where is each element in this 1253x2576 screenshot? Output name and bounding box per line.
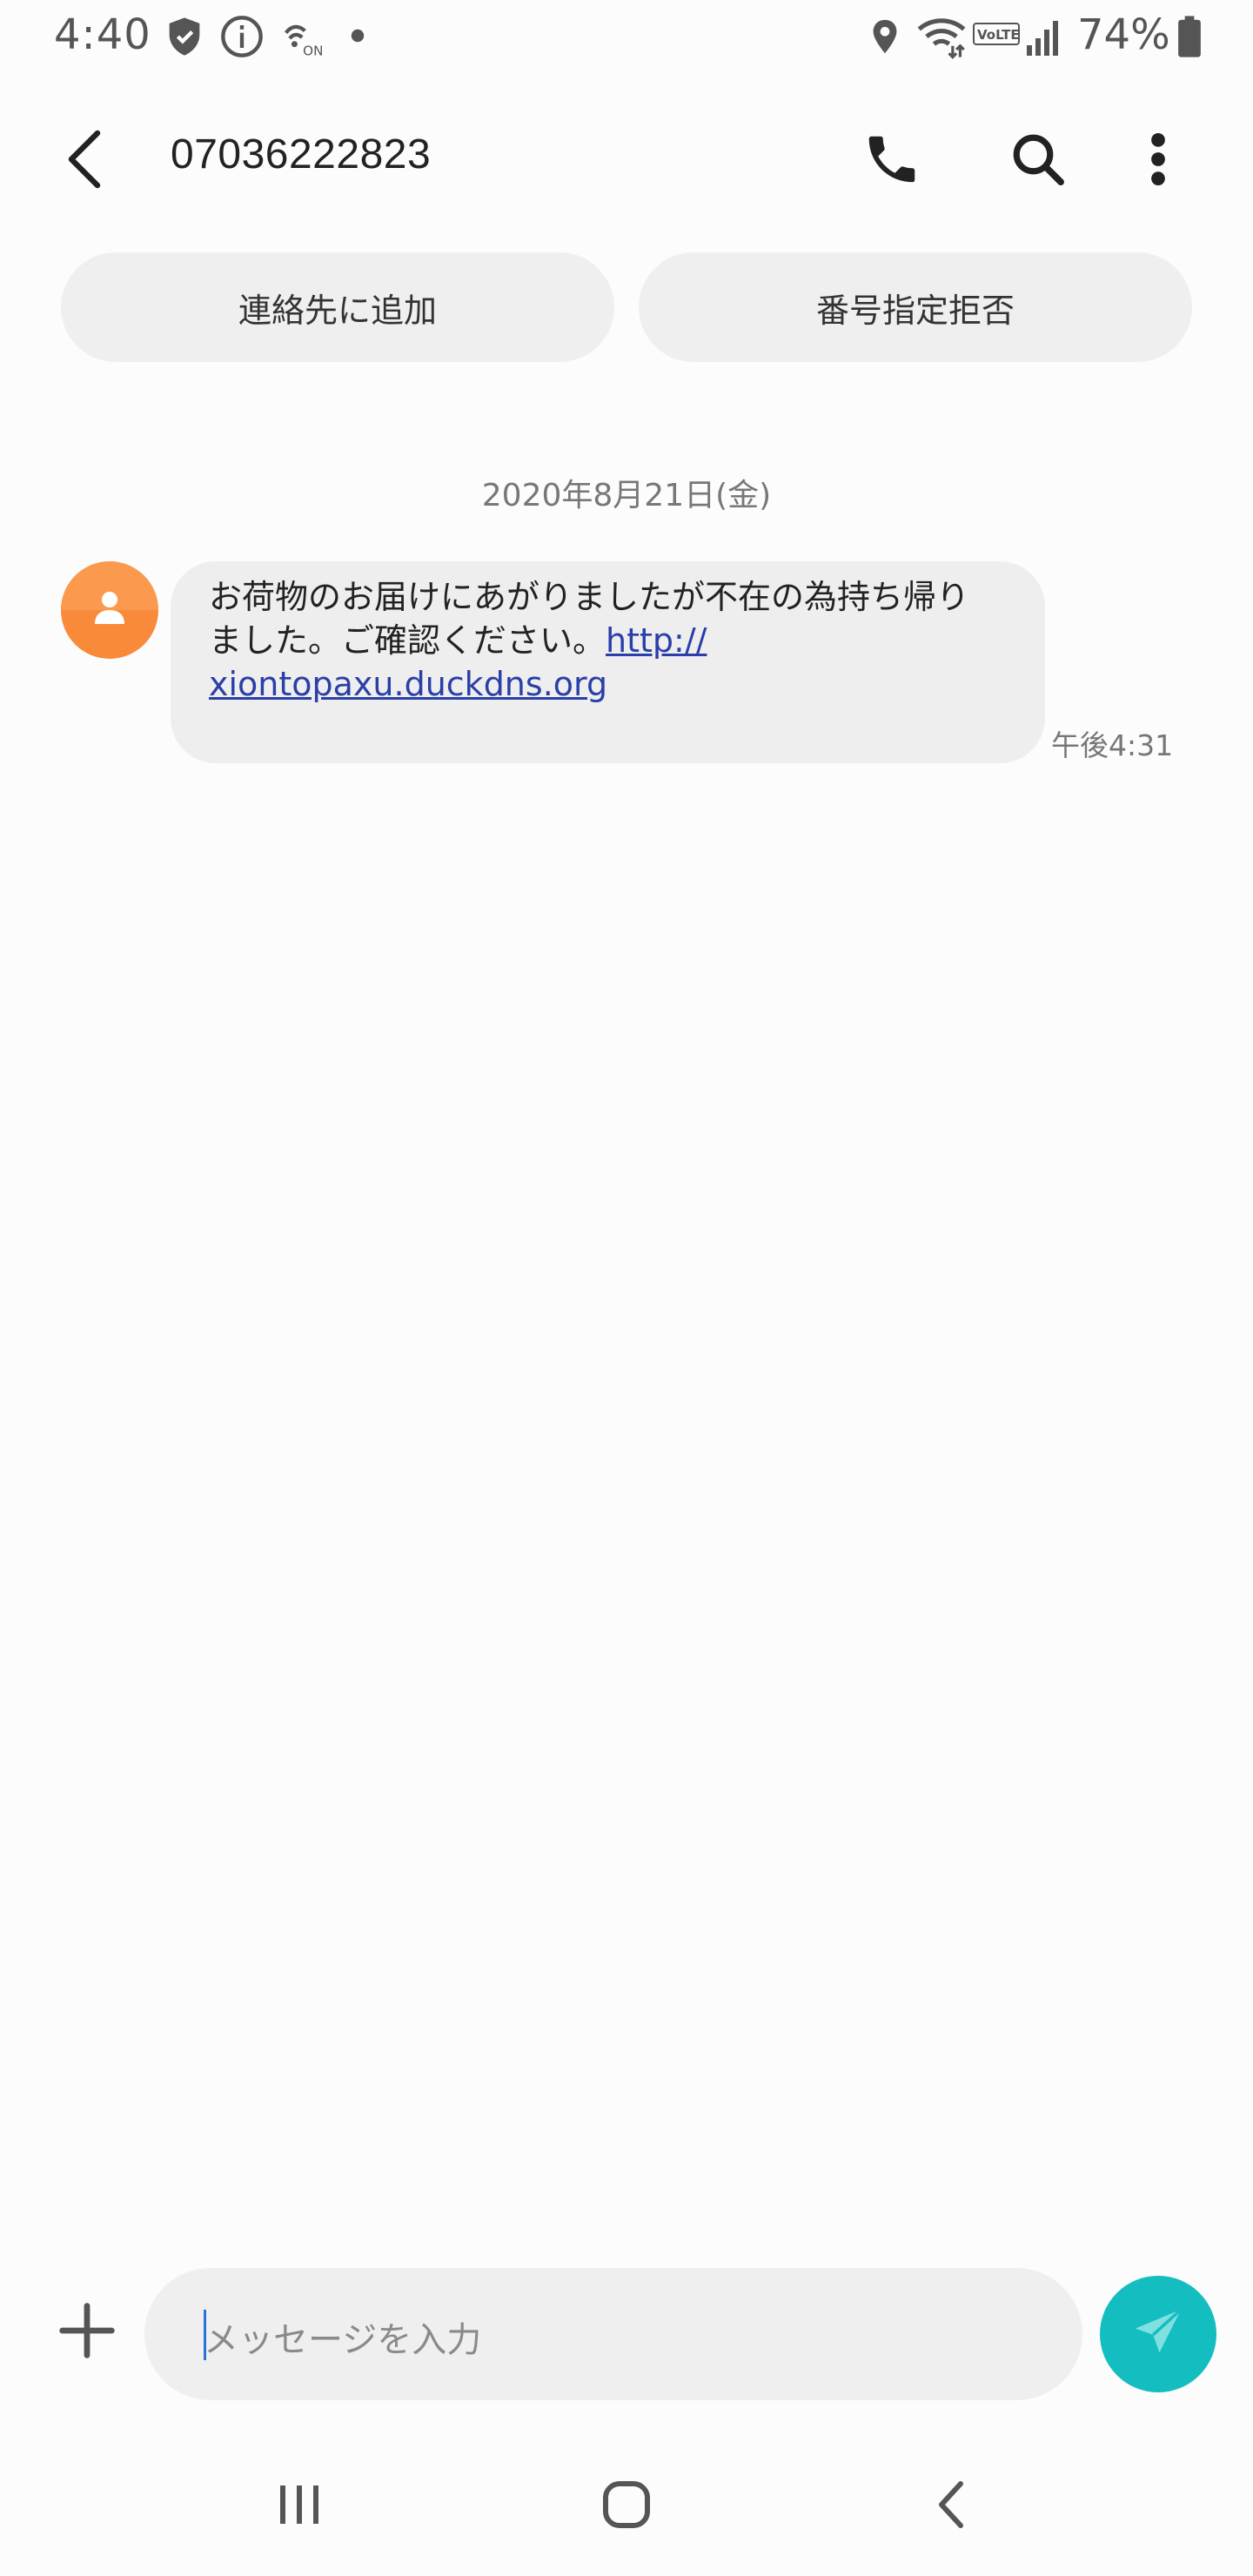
more-vert-icon: [1149, 131, 1167, 191]
date-divider: 2020年8月21日(金): [481, 478, 772, 513]
battery-percent: 74%: [1077, 10, 1170, 59]
block-number-button[interactable]: 番号指定拒否: [639, 252, 1192, 362]
message-text-line3: xiontopaxu.duckdns.org: [209, 662, 1007, 706]
nav-back-button[interactable]: [900, 2463, 1004, 2550]
send-icon: [1128, 2302, 1189, 2366]
call-button[interactable]: [853, 122, 931, 200]
nav-back-icon: [935, 2479, 969, 2534]
avatar[interactable]: [61, 561, 158, 659]
message-text-line2-prefix: ました。ご確認ください。: [209, 621, 606, 660]
message-timestamp: 午後4:31: [1051, 728, 1174, 762]
message-input-placeholder: メッセージを入力: [204, 2320, 482, 2360]
message-link-part2[interactable]: xiontopaxu.duckdns.org: [209, 665, 607, 703]
phone-icon: [861, 129, 922, 193]
send-button[interactable]: [1100, 2276, 1216, 2392]
nfc-on-icon: ON: [278, 14, 324, 63]
home-button[interactable]: [574, 2463, 679, 2550]
attach-button[interactable]: [52, 2289, 122, 2376]
search-icon: [1009, 131, 1067, 191]
search-button[interactable]: [999, 122, 1077, 200]
signal-icon: [1023, 14, 1062, 63]
home-icon: [600, 2479, 653, 2534]
dot-icon: [350, 28, 365, 47]
back-icon: [63, 129, 106, 193]
info-icon: [219, 14, 265, 63]
volte-icon: VoLTE: [973, 21, 1020, 50]
person-icon: [95, 592, 124, 624]
svg-text:ON: ON: [303, 44, 323, 59]
messages-screen: 4:40 ON VoLTE 74% 07036222823 連絡先に追加 番号指…: [0, 0, 1253, 2576]
recent-apps-icon: [273, 2480, 325, 2532]
recent-apps-button[interactable]: [247, 2463, 352, 2550]
add-contact-button[interactable]: 連絡先に追加: [61, 252, 614, 362]
status-bar: 4:40 ON VoLTE 74%: [0, 0, 1253, 78]
message-link-part1[interactable]: http://: [606, 621, 707, 660]
status-time: 4:40: [54, 10, 151, 59]
back-button[interactable]: [63, 122, 132, 200]
wifi-icon: [915, 14, 968, 63]
message-input[interactable]: メッセージを入力: [144, 2268, 1082, 2400]
plus-icon: [57, 2301, 117, 2364]
shield-icon: [162, 14, 207, 63]
message-text-line1: お荷物のお届けにあがりましたが不在の為持ち帰り: [209, 578, 970, 616]
conversation-title: 07036222823: [171, 131, 432, 178]
location-icon: [865, 14, 905, 63]
svg-text:VoLTE: VoLTE: [977, 27, 1020, 43]
more-options-button[interactable]: [1119, 122, 1197, 200]
battery-icon: [1176, 14, 1203, 63]
message-text-line2: ました。ご確認ください。http://: [209, 619, 1007, 662]
message-bubble[interactable]: お荷物のお届けにあがりましたが不在の為持ち帰り ました。ご確認ください。http…: [171, 561, 1045, 763]
